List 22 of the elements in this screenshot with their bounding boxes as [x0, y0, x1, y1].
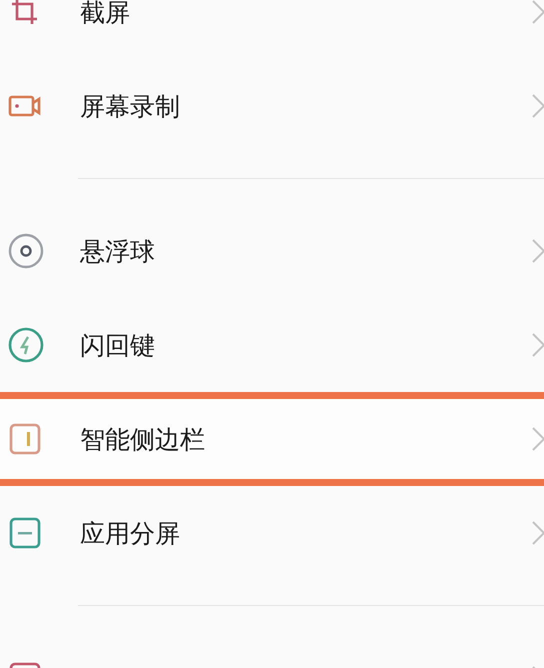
row-label: 智能侧边栏	[80, 424, 205, 456]
chevron-icon	[532, 333, 544, 357]
settings-row[interactable]: 屏幕录制	[0, 59, 544, 153]
chevron-icon	[532, 0, 544, 24]
chevron-icon	[532, 94, 544, 118]
settings-row[interactable]: 应用分屏	[0, 486, 544, 580]
settings-row[interactable]: 截屏	[0, 0, 544, 59]
floating-ball-icon	[8, 233, 44, 269]
chevron-icon	[532, 521, 544, 545]
chevron-icon	[532, 239, 544, 263]
row-label: 截屏	[80, 0, 130, 28]
chevron-icon	[532, 427, 544, 451]
settings-row[interactable]: 智能侧边栏	[0, 392, 544, 486]
row-label: 屏幕录制	[80, 90, 180, 122]
row-label: 应用分屏	[80, 518, 180, 550]
settings-row[interactable]: 悬浮球	[0, 204, 544, 298]
lightning-icon	[8, 327, 44, 363]
row-label: 闪回键	[80, 330, 155, 362]
sidebar-icon	[8, 422, 42, 456]
row-label: 悬浮球	[80, 236, 155, 268]
split-screen-icon	[8, 516, 42, 550]
settings-row[interactable]: 闪回键	[0, 298, 544, 392]
